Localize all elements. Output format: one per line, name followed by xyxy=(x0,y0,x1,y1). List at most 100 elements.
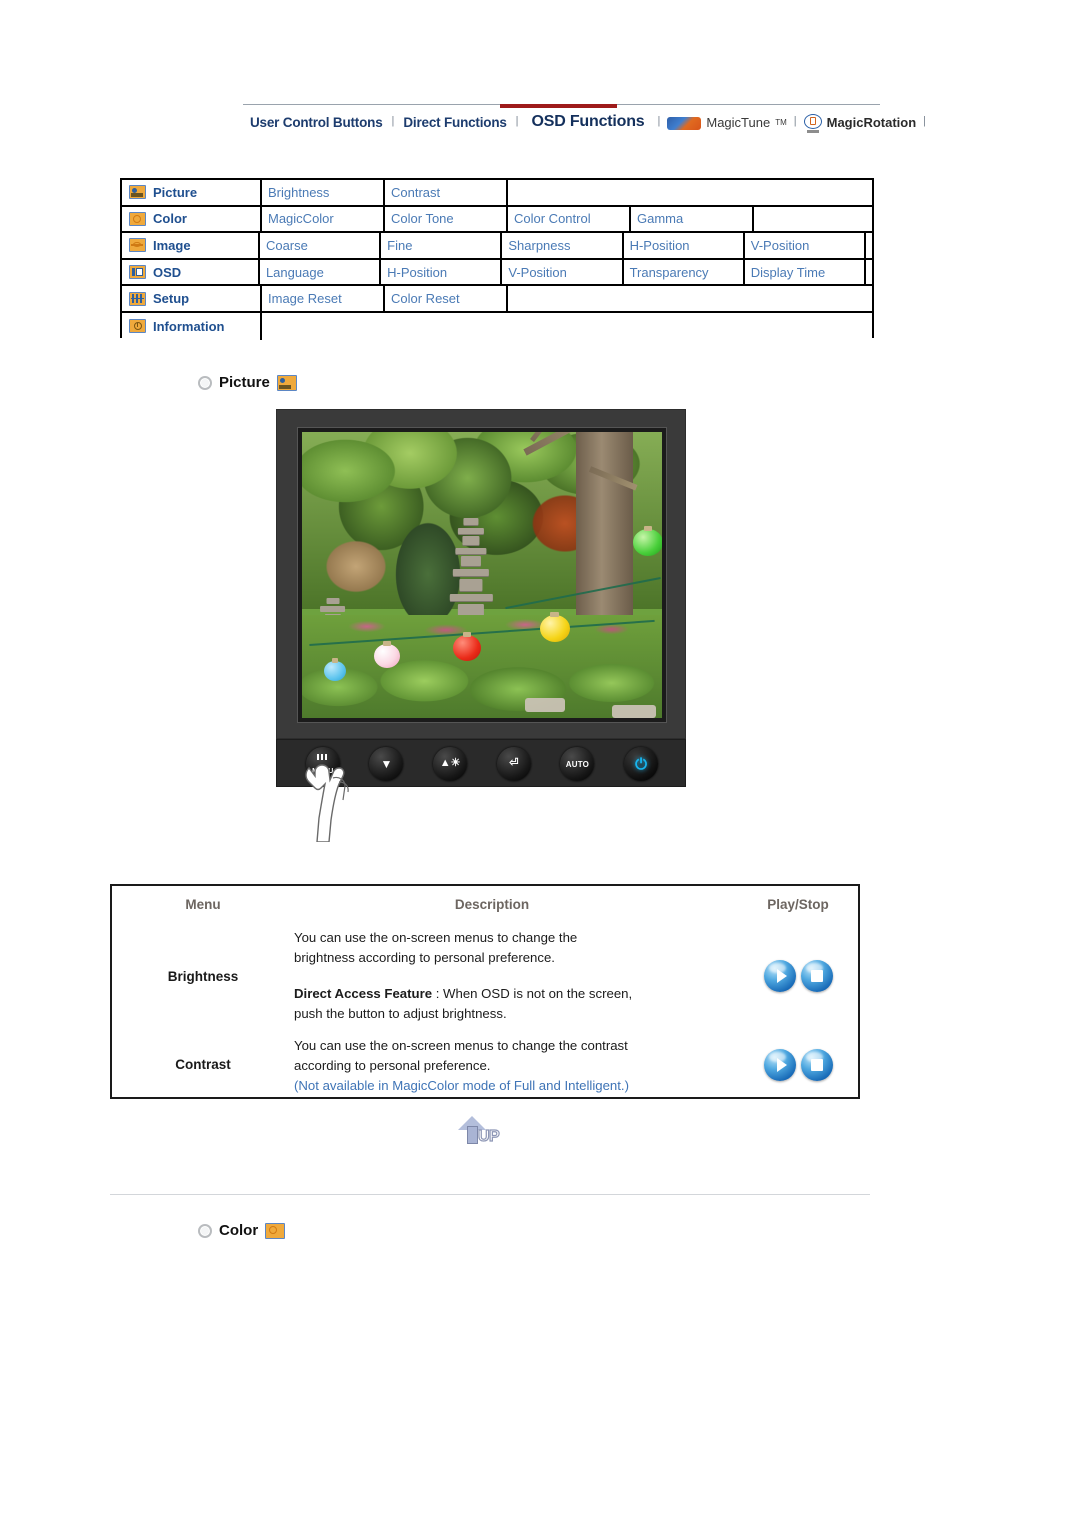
nav-separator: | xyxy=(923,115,927,127)
menu-item-v-position[interactable]: V-Position xyxy=(744,233,866,260)
menu-item-transparency[interactable]: Transparency xyxy=(623,259,745,287)
menu-item-fine[interactable]: Fine xyxy=(381,233,503,260)
nav-item-magictune[interactable]: MagicTune TM xyxy=(662,115,791,130)
information-icon xyxy=(129,319,146,334)
power-button[interactable]: ⏻ xyxy=(624,747,659,781)
menu-item-gamma[interactable]: Gamma xyxy=(631,206,754,234)
menu-category-osd[interactable]: OSD xyxy=(122,259,260,287)
menu-item-magiccolor[interactable]: MagicColor xyxy=(262,206,385,234)
desc-line: according to personal preference. xyxy=(294,1058,491,1073)
color-section-label: Color xyxy=(219,1222,259,1239)
menu-category-setup[interactable]: Setup xyxy=(122,286,262,313)
up-button-label: UP xyxy=(477,1127,500,1145)
color-icon xyxy=(129,211,146,226)
magicrotation-logo-icon xyxy=(803,114,822,134)
row-description-brightness: You can use the on-screen menus to chang… xyxy=(294,922,738,1030)
menu-item-color-control[interactable]: Color Control xyxy=(508,206,631,234)
nav-item-magicrotation[interactable]: MagicRotation xyxy=(799,112,922,134)
desc-line: You can use the on-screen menus to chang… xyxy=(294,930,578,945)
top-navigation: User Control Buttons | Direct Functions … xyxy=(243,104,926,138)
play-button[interactable] xyxy=(763,1048,796,1081)
nav-separator: | xyxy=(657,115,661,127)
menu-item-osd-h-position[interactable]: H-Position xyxy=(381,259,503,287)
playstop-controls-contrast xyxy=(738,1030,858,1099)
trademark-superscript: TM xyxy=(775,117,787,127)
monitor-bezel xyxy=(276,409,686,739)
menu-category-label: OSD xyxy=(153,264,182,280)
magictune-logo-icon xyxy=(667,116,702,130)
osd-icon xyxy=(129,265,146,280)
empty-cell xyxy=(508,180,872,207)
nav-separator: | xyxy=(793,115,797,127)
menu-category-picture[interactable]: Picture xyxy=(122,180,262,207)
play-icon xyxy=(776,1057,787,1072)
play-button[interactable] xyxy=(763,960,796,992)
auto-button-label: AUTO xyxy=(565,760,590,769)
menu-item-display-time[interactable]: Display Time xyxy=(744,259,866,287)
auto-button[interactable]: AUTO xyxy=(560,747,595,781)
nav-item-user-control-buttons[interactable]: User Control Buttons xyxy=(243,115,390,130)
menu-item-contrast[interactable]: Contrast xyxy=(385,180,508,207)
color-icon xyxy=(265,1222,286,1239)
menu-item-h-position[interactable]: H-Position xyxy=(623,233,745,260)
menu-bars-icon xyxy=(316,754,329,760)
nav-item-osd-functions[interactable]: OSD Functions xyxy=(521,113,656,131)
brightness-sun-icon: ▲☀ xyxy=(439,757,461,769)
empty-cell xyxy=(262,312,872,340)
desc-line: You can use the on-screen menus to chang… xyxy=(294,1038,628,1053)
table-row-brightness: Brightness You can use the on-screen men… xyxy=(112,922,858,1030)
menu-category-label: Image xyxy=(153,237,191,253)
monitor-illustration: MENU ▼ ▲☀ ⏎ AUTO ⏻ xyxy=(276,409,686,842)
menu-category-label: Information xyxy=(153,318,225,334)
table-row: OSD Language H-Position V-Position Trans… xyxy=(122,259,872,287)
menu-category-color[interactable]: Color xyxy=(122,206,262,234)
column-header-menu: Menu xyxy=(185,896,221,912)
monitor-screen-image xyxy=(302,432,662,718)
section-divider xyxy=(110,1194,870,1195)
color-section-heading: Color xyxy=(198,1222,286,1239)
direct-access-feature-rest: : When OSD is not on the screen, xyxy=(432,986,633,1001)
down-arrow-icon: ▼ xyxy=(380,757,393,771)
row-label-contrast: Contrast xyxy=(175,1057,231,1072)
empty-cell xyxy=(508,286,872,313)
menu-item-coarse[interactable]: Coarse xyxy=(259,233,382,260)
enter-button[interactable]: ⏎ xyxy=(496,747,531,781)
nav-separator: | xyxy=(391,115,395,127)
nav-item-magictune-label: MagicTune xyxy=(706,114,771,130)
stop-button[interactable] xyxy=(800,1048,833,1081)
menu-item-color-reset[interactable]: Color Reset xyxy=(385,286,508,313)
menu-item-sharpness[interactable]: Sharpness xyxy=(502,233,624,260)
menu-item-language[interactable]: Language xyxy=(259,259,382,287)
menu-category-information[interactable]: Information xyxy=(122,312,262,340)
bullet-ring-icon xyxy=(198,375,212,390)
nav-item-direct-functions[interactable]: Direct Functions xyxy=(396,115,513,130)
row-description-contrast: You can use the on-screen menus to chang… xyxy=(294,1030,738,1099)
picture-icon xyxy=(129,185,146,200)
menu-button[interactable]: MENU xyxy=(305,747,340,781)
playstop-controls-brightness xyxy=(738,922,858,1030)
column-header-description: Description xyxy=(454,896,530,912)
stop-button[interactable] xyxy=(800,960,833,992)
empty-cell xyxy=(865,233,872,260)
power-icon: ⏻ xyxy=(635,755,648,773)
desc-line-direct-access: Direct Access Feature : When OSD is not … xyxy=(294,984,730,1004)
menu-category-label: Setup xyxy=(153,291,190,307)
scroll-to-top-button[interactable]: UP xyxy=(458,1116,514,1154)
menu-category-label: Color xyxy=(153,211,187,227)
menu-item-image-reset[interactable]: Image Reset xyxy=(262,286,385,313)
nav-active-indicator xyxy=(500,104,617,108)
table-header-row: Menu Description Play/Stop xyxy=(112,886,858,922)
menu-item-osd-v-position[interactable]: V-Position xyxy=(502,259,624,287)
menu-item-color-tone[interactable]: Color Tone xyxy=(385,206,508,234)
down-button[interactable]: ▼ xyxy=(369,747,404,781)
brightness-button[interactable]: ▲☀ xyxy=(433,747,468,781)
table-row: Color MagicColor Color Tone Color Contro… xyxy=(122,206,872,234)
menu-category-image[interactable]: Image xyxy=(122,233,260,260)
menu-item-brightness[interactable]: Brightness xyxy=(262,180,385,207)
desc-line: brightness according to personal prefere… xyxy=(294,950,555,965)
description-table: Menu Description Play/Stop Brightness Yo… xyxy=(110,884,860,1099)
play-icon xyxy=(776,969,787,983)
enter-icon: ⏎ xyxy=(509,757,519,769)
picture-section-label: Picture xyxy=(219,374,270,391)
table-row: Image Coarse Fine Sharpness H-Position V… xyxy=(122,233,872,260)
